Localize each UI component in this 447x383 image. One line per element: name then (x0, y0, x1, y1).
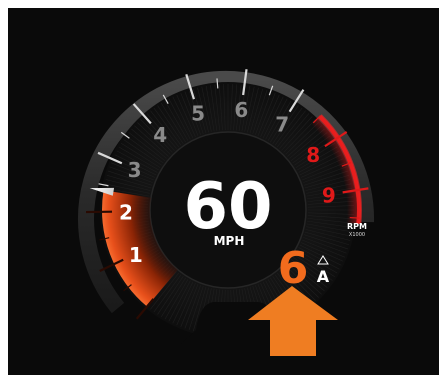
speed-unit: MPH (214, 234, 245, 248)
tick-label-2: 2 (119, 200, 133, 224)
rpm-multiplier: X1000 (349, 232, 365, 238)
gauge-canvas: 1 2 345 6 789 60 MPH RPM X1000 6 A (0, 0, 447, 383)
tick-label-6: 6 (234, 98, 248, 122)
gear-indicator: 6 (278, 243, 309, 294)
tick-label-3: 3 (128, 158, 142, 182)
tick-label-5: 5 (191, 102, 205, 126)
tick-label-8: 8 (306, 143, 320, 167)
speed-value: 60 (183, 170, 272, 244)
tick-label-1: 1 (129, 243, 143, 267)
minor-tick (216, 78, 219, 89)
instrument-cluster: 1 2 345 6 789 60 MPH RPM X1000 6 A (0, 0, 447, 383)
minor-tick (349, 216, 360, 219)
transmission-mode: A (317, 267, 330, 286)
tick-label-9: 9 (322, 183, 336, 207)
tick-label-4: 4 (153, 123, 167, 147)
rpm-label: RPM (347, 222, 367, 231)
tick-label-7: 7 (275, 113, 289, 137)
